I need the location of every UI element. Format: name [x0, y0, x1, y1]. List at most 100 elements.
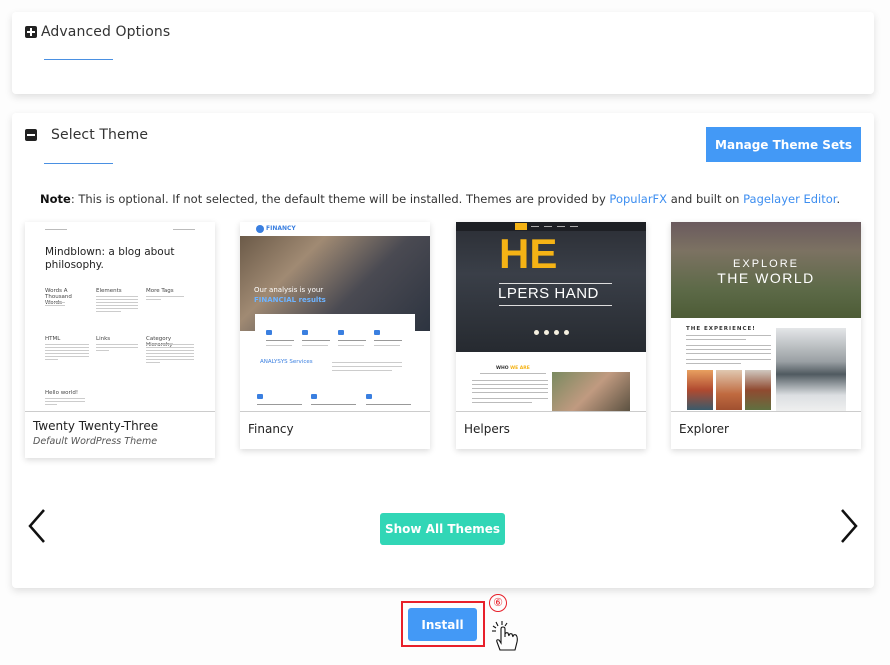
preview-line	[686, 359, 771, 360]
preview-line	[45, 229, 67, 230]
preview-who-we-are: WHO WE ARE	[496, 366, 530, 371]
preview-section-title: THE EXPERIENCE!	[686, 326, 756, 332]
theme-card-financy[interactable]: FINANCY Our analysis is your FINANCIAL r…	[240, 222, 430, 449]
preview-section: Hello world!	[45, 390, 79, 396]
preview-line	[266, 340, 294, 341]
preview-section: Elements	[96, 288, 122, 294]
preview-services-title: ANALYSYS Services	[260, 359, 313, 365]
preview-line	[338, 345, 364, 346]
preview-text-lines	[96, 344, 138, 353]
install-button[interactable]: Install	[408, 608, 477, 641]
preview-hero-big: HE	[499, 230, 558, 277]
title-underline	[44, 59, 113, 60]
minus-square-icon[interactable]	[25, 129, 37, 141]
preview-line	[366, 404, 411, 405]
who-highlight: WE ARE	[510, 366, 530, 371]
preview-photo	[716, 370, 742, 410]
preview-text-lines	[45, 302, 65, 308]
preview-photo	[745, 370, 771, 410]
chevron-left-icon[interactable]	[22, 506, 52, 546]
theme-name: Explorer	[679, 422, 729, 436]
preview-hero-line1: EXPLORE	[733, 258, 799, 270]
preview-line	[374, 340, 402, 341]
preview-text-lines	[45, 398, 85, 407]
advanced-options-header[interactable]: Advanced Options	[25, 24, 170, 40]
theme-card-helpers[interactable]: HE LPERS HAND WHO WE ARE Helpers	[456, 222, 646, 449]
theme-card-twenty-twenty-three[interactable]: Mindblown: a blog about philosophy. Word…	[25, 222, 215, 458]
chat-icon	[302, 330, 308, 335]
theme-preview: EXPLORE THE WORLD THE EXPERIENCE!	[671, 222, 861, 412]
plus-square-icon[interactable]	[25, 26, 37, 38]
preview-rule	[499, 305, 612, 306]
preview-line	[472, 380, 548, 381]
preview-line	[332, 362, 402, 363]
preview-hero-text: FINANCIAL results	[254, 296, 326, 304]
theme-card-explorer[interactable]: EXPLORE THE WORLD THE EXPERIENCE! Explor…	[671, 222, 861, 449]
theme-name: Helpers	[464, 422, 510, 436]
preview-nav-item	[570, 226, 578, 227]
preview-line	[472, 402, 532, 403]
select-theme-header[interactable]: Select Theme	[25, 127, 148, 143]
preview-hero-text: Our analysis is your	[254, 286, 324, 294]
preview-hero-line2: THE WORLD	[717, 270, 815, 286]
preview-photo	[552, 372, 630, 411]
chart-icon	[374, 330, 380, 335]
select-theme-title[interactable]: Select Theme	[51, 127, 148, 143]
preview-line	[338, 340, 366, 341]
preview-headline: Mindblown: a blog about philosophy.	[45, 246, 175, 271]
theme-preview: Mindblown: a blog about philosophy. Word…	[25, 222, 215, 412]
preview-line	[686, 335, 771, 336]
preview-nav-item	[557, 226, 565, 227]
preview-logo: FINANCY	[266, 225, 296, 232]
preview-navbar: FINANCY	[240, 222, 430, 236]
preview-line	[266, 345, 292, 346]
preview-nav-item	[544, 226, 552, 227]
pie-icon	[366, 394, 372, 399]
theme-preview: FINANCY Our analysis is your FINANCIAL r…	[240, 222, 430, 412]
preview-line	[173, 229, 195, 230]
pie-icon	[338, 330, 344, 335]
preview-nav-active	[515, 223, 527, 230]
preview-dot	[554, 330, 559, 335]
preview-line	[686, 363, 741, 364]
preview-section: Links	[96, 336, 111, 342]
chat-icon	[311, 394, 317, 399]
title-underline	[44, 163, 113, 164]
monitor-icon	[266, 330, 272, 335]
monitor-icon	[257, 394, 263, 399]
preview-hero-rest: LPERS HAND	[498, 285, 599, 302]
preview-section: More Tags	[146, 288, 174, 294]
note-label: Note	[40, 192, 71, 206]
pagelayer-editor-link[interactable]: Pagelayer Editor	[743, 192, 836, 206]
financy-logo-icon	[256, 225, 264, 233]
preview-line	[332, 366, 402, 367]
note-text-3: .	[836, 192, 841, 206]
preview-line	[686, 339, 746, 340]
preview-dot	[564, 330, 569, 335]
who-prefix: WHO	[496, 366, 509, 371]
preview-line	[686, 345, 771, 346]
themes-carousel: Mindblown: a blog about philosophy. Word…	[25, 222, 861, 462]
advanced-options-panel: Advanced Options	[12, 12, 874, 94]
preview-dot	[534, 330, 539, 335]
theme-preview: HE LPERS HAND WHO WE ARE	[456, 222, 646, 412]
preview-text-lines	[45, 344, 89, 362]
show-all-themes-button[interactable]: Show All Themes	[380, 513, 505, 545]
note-text-2: and built on	[667, 192, 744, 206]
theme-name: Twenty Twenty-Three	[33, 419, 159, 433]
preview-section: HTML	[45, 336, 61, 342]
carousel-prev-button[interactable]	[22, 506, 52, 546]
manage-theme-sets-button[interactable]: Manage Theme Sets	[706, 127, 861, 162]
preview-content-box	[255, 314, 415, 334]
preview-photo	[687, 370, 713, 410]
preview-line	[257, 404, 302, 405]
pointing-hand-icon	[492, 621, 518, 651]
preview-line	[374, 345, 400, 346]
preview-line	[311, 404, 356, 405]
popularfx-link[interactable]: PopularFX	[609, 192, 667, 206]
chevron-right-icon[interactable]	[834, 506, 864, 546]
advanced-options-title[interactable]: Advanced Options	[41, 24, 170, 40]
preview-text-lines	[146, 344, 194, 365]
carousel-next-button[interactable]	[834, 506, 864, 546]
preview-text-lines	[96, 296, 138, 314]
